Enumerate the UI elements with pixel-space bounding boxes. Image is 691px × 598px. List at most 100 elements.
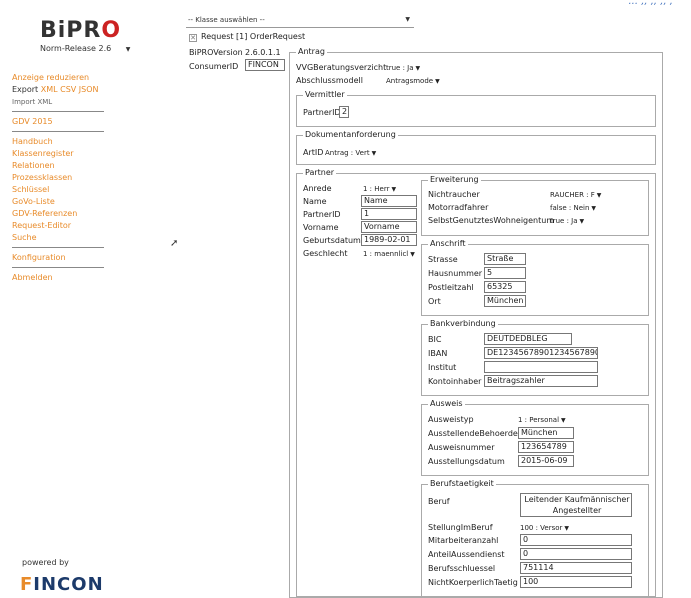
vorname-input[interactable]: Vorname bbox=[361, 221, 417, 233]
plz-input[interactable]: 65325 bbox=[484, 281, 526, 293]
ausstellungsdatum-input[interactable]: 2015-06-09 bbox=[518, 455, 574, 467]
chevron-down-icon: ▼ bbox=[596, 192, 602, 199]
sidebar: BiPRO Norm-Release 2.6 ▼ Anzeige reduzie… bbox=[12, 18, 130, 598]
koerperlich-input[interactable]: 100 bbox=[520, 576, 632, 588]
chevron-down-icon: ▼ bbox=[591, 205, 597, 212]
vermittler-partnerid-label: PartnerID bbox=[303, 108, 341, 117]
vvg-select[interactable]: true : Ja ▼ bbox=[386, 64, 420, 72]
anrede-select[interactable]: 1 : Herr ▼ bbox=[363, 185, 396, 193]
hausnummer-label: Hausnummer bbox=[428, 269, 483, 278]
partnerid-label: PartnerID bbox=[303, 210, 341, 219]
anschrift-fieldset: Anschrift Strasse Straße Hausnummer 5 Po… bbox=[421, 239, 649, 316]
nav-gdv-referenzen[interactable]: GDV-Referenzen bbox=[12, 208, 107, 220]
geschlecht-select[interactable]: 1 : maennlicl ▼ bbox=[363, 250, 415, 258]
chevron-down-icon: ▼ bbox=[125, 46, 131, 53]
nav-handbuch[interactable]: Handbuch bbox=[12, 136, 107, 148]
partnerid-input[interactable]: 1 bbox=[361, 208, 417, 220]
consumer-input[interactable]: FINCON bbox=[245, 59, 285, 71]
chevron-down-icon: ▼ bbox=[415, 65, 421, 72]
nav-abmelden[interactable]: Abmelden bbox=[12, 272, 107, 284]
beruf-label: Beruf bbox=[428, 497, 450, 506]
nav-klassenregister[interactable]: Klassenregister bbox=[12, 148, 107, 160]
artid-label: ArtID bbox=[303, 148, 324, 157]
ort-input[interactable]: München bbox=[484, 295, 526, 307]
ausweisnummer-label: Ausweisnummer bbox=[428, 443, 495, 452]
ausstellungsdatum-label: Ausstellungsdatum bbox=[428, 457, 505, 466]
abschluss-select[interactable]: Antragsmode ▼ bbox=[386, 77, 440, 85]
vermittler-fieldset: Vermittler PartnerID 2 bbox=[296, 90, 656, 127]
strasse-input[interactable]: Straße bbox=[484, 253, 526, 265]
nav-gdv-2015[interactable]: GDV 2015 bbox=[12, 116, 107, 128]
nav-request-editor[interactable]: Request-Editor bbox=[12, 220, 107, 232]
hausnummer-input[interactable]: 5 bbox=[484, 267, 526, 279]
export-formats-link[interactable]: XML CSV JSON bbox=[41, 85, 99, 94]
iban-input[interactable]: DE12345678901234567890 bbox=[484, 347, 598, 359]
artid-select[interactable]: Antrag : Vert ▼ bbox=[325, 149, 376, 157]
divider bbox=[12, 247, 104, 248]
nav-schluessel[interactable]: Schlüssel bbox=[12, 184, 107, 196]
nav-govo-liste[interactable]: GoVo-Liste bbox=[12, 196, 107, 208]
chevron-down-icon: ▼ bbox=[579, 218, 585, 225]
abschluss-label: Abschlussmodell bbox=[296, 76, 363, 85]
nav-konfiguration[interactable]: Konfiguration bbox=[12, 252, 107, 264]
institut-input[interactable] bbox=[484, 361, 598, 373]
geburt-label: Geburtsdatum bbox=[303, 236, 361, 245]
version-value: 2.6.0.1.1 bbox=[245, 48, 281, 57]
nav-prozessklassen[interactable]: Prozessklassen bbox=[12, 172, 107, 184]
corner-text: ... ,, ,, ,, , bbox=[628, 0, 673, 7]
bic-label: BIC bbox=[428, 335, 442, 344]
nav-group-view: Anzeige reduzieren Export XML CSV JSON I… bbox=[12, 72, 107, 284]
ausweisnummer-input[interactable]: 123654789 bbox=[518, 441, 574, 453]
motorrad-select[interactable]: false : Nein ▼ bbox=[550, 204, 596, 212]
vorname-label: Vorname bbox=[303, 223, 339, 232]
kontoinhaber-label: Kontoinhaber bbox=[428, 377, 482, 386]
kontoinhaber-input[interactable]: Beitragszahler bbox=[484, 375, 598, 387]
chevron-down-icon: ▼ bbox=[405, 16, 410, 23]
dokument-fieldset: Dokumentanforderung ArtID Antrag : Vert ▼ bbox=[296, 130, 656, 165]
anrede-label: Anrede bbox=[303, 184, 332, 193]
nav-suche[interactable]: Suche bbox=[12, 232, 107, 244]
nichtraucher-select[interactable]: RAUCHER : F ▼ bbox=[550, 191, 601, 199]
antrag-legend: Antrag bbox=[296, 47, 327, 56]
stellung-select[interactable]: 100 : Versor ▼ bbox=[520, 524, 569, 532]
behoerde-label: AusstellendeBehoerde bbox=[428, 429, 518, 438]
divider bbox=[12, 267, 104, 268]
erweiterung-fieldset: Erweiterung Nichtraucher RAUCHER : F ▼ Mo… bbox=[421, 175, 649, 236]
klasse-select[interactable]: -- Klasse auswählen -- ▼ bbox=[186, 16, 414, 28]
request-node[interactable]: ✕ Request [1] OrderRequest bbox=[189, 32, 305, 42]
nichtraucher-label: Nichtraucher bbox=[428, 190, 480, 199]
nav-import-xml[interactable]: Import XML bbox=[12, 96, 107, 108]
vermittler-partnerid-input[interactable]: 2 bbox=[339, 106, 349, 118]
berufsschluessel-input[interactable]: 751114 bbox=[520, 562, 632, 574]
mitarbeiter-input[interactable]: 0 bbox=[520, 534, 632, 546]
beruf-textarea[interactable]: Leitender Kaufmännischer Angestellter bbox=[520, 493, 632, 517]
collapse-checkbox[interactable]: ✕ bbox=[189, 34, 197, 42]
chevron-down-icon: ▼ bbox=[371, 150, 377, 157]
ausweistyp-label: Ausweistyp bbox=[428, 415, 474, 424]
selbst-label: SelbstGenutztesWohneigentum bbox=[428, 216, 555, 225]
nav-relationen[interactable]: Relationen bbox=[12, 160, 107, 172]
aussendienst-input[interactable]: 0 bbox=[520, 548, 632, 560]
nav-anzeige-reduzieren[interactable]: Anzeige reduzieren bbox=[12, 72, 107, 84]
divider bbox=[12, 131, 104, 132]
behoerde-input[interactable]: München bbox=[518, 427, 574, 439]
motorrad-label: Motorradfahrer bbox=[428, 203, 489, 212]
chevron-down-icon: ▼ bbox=[561, 417, 566, 424]
strasse-label: Strasse bbox=[428, 255, 458, 264]
beruf-legend: Berufstaetigkeit bbox=[428, 479, 496, 488]
bank-legend: Bankverbindung bbox=[428, 319, 498, 328]
nav-export: Export XML CSV JSON bbox=[12, 85, 99, 94]
berufsschluessel-label: Berufsschluessel bbox=[428, 564, 496, 573]
anschrift-legend: Anschrift bbox=[428, 239, 468, 248]
geburt-input[interactable]: 1989-02-01 bbox=[361, 234, 417, 246]
norm-release-select[interactable]: Norm-Release 2.6 ▼ bbox=[40, 44, 130, 53]
selbst-select[interactable]: true : Ja ▼ bbox=[550, 217, 584, 225]
name-input[interactable]: Name bbox=[361, 195, 417, 207]
aussendienst-label: AnteilAussendienst bbox=[428, 550, 505, 559]
chevron-down-icon: ▼ bbox=[410, 251, 415, 258]
partner-fieldset: Partner Anrede 1 : Herr ▼ Name Name Partn… bbox=[296, 168, 656, 598]
bic-input[interactable]: DEUTDEDBLEG bbox=[484, 333, 572, 345]
geschlecht-label: Geschlecht bbox=[303, 249, 348, 258]
ausweis-legend: Ausweis bbox=[428, 399, 465, 408]
ausweistyp-select[interactable]: 1 : Personal ▼ bbox=[518, 416, 566, 424]
